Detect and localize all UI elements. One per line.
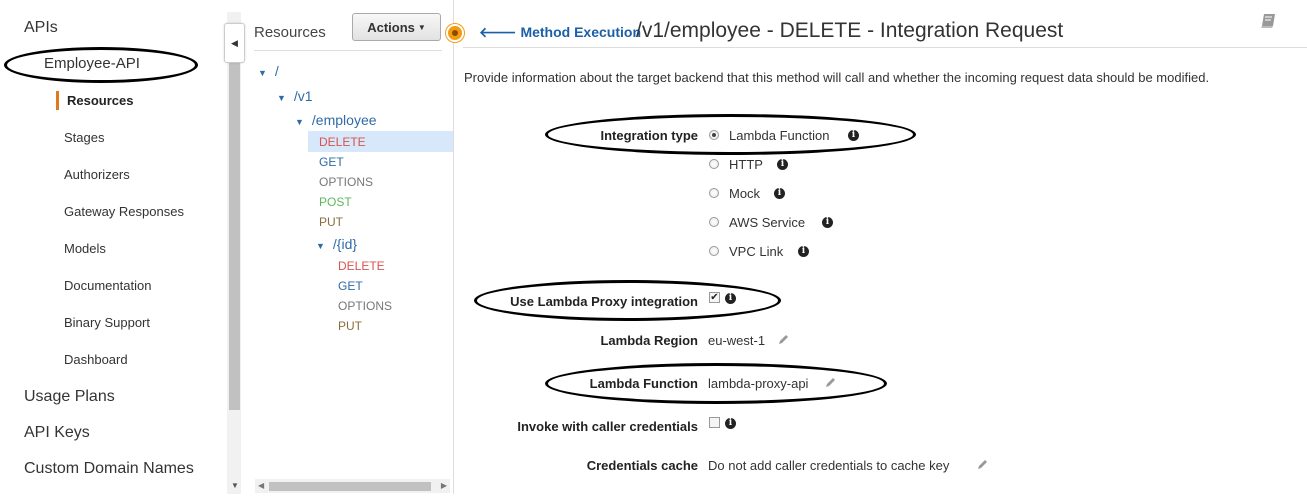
lambda-function-value: lambda-proxy-api: [708, 376, 809, 391]
method-id-delete[interactable]: DELETE: [338, 259, 385, 273]
info-icon[interactable]: i: [725, 293, 736, 304]
nav-api-keys[interactable]: API Keys: [24, 424, 90, 442]
lambda-proxy-label: Use Lambda Proxy integration: [510, 294, 698, 309]
method-employee-get[interactable]: GET: [319, 155, 344, 169]
tree-scrollbar-thumb[interactable]: [269, 482, 431, 491]
scroll-down-icon[interactable]: ▼: [231, 481, 239, 490]
nav-item-stages[interactable]: Stages: [64, 130, 104, 145]
back-link-label: Method Execution: [520, 24, 641, 40]
tree-node-id[interactable]: ▼ /{id}: [316, 236, 357, 252]
method-id-options[interactable]: OPTIONS: [338, 299, 392, 313]
panel-resize-handle-icon[interactable]: [446, 24, 464, 42]
divider: [463, 47, 1307, 48]
method-employee-put[interactable]: PUT: [319, 215, 343, 229]
radio-vpc-link[interactable]: [709, 246, 719, 256]
tree-node-employee[interactable]: ▼ /employee: [295, 112, 377, 128]
radio-mock[interactable]: [709, 188, 719, 198]
radio-aws-service[interactable]: [709, 217, 719, 227]
lambda-region-value: eu-west-1: [708, 333, 766, 348]
tree-node-label: /{id}: [332, 236, 358, 252]
nav-item-authorizers[interactable]: Authorizers: [64, 167, 130, 182]
tree-node-label: /: [274, 63, 279, 79]
caret-down-icon: ▼: [417, 22, 426, 32]
lambda-region-label: Lambda Region: [600, 333, 698, 348]
info-icon[interactable]: i: [848, 130, 859, 141]
info-icon[interactable]: i: [822, 217, 833, 228]
nav-api-name[interactable]: Employee-API: [44, 55, 140, 72]
radio-lambda-function[interactable]: [709, 130, 719, 140]
info-icon[interactable]: i: [777, 159, 788, 170]
nav-item-documentation[interactable]: Documentation: [64, 278, 151, 293]
method-employee-post[interactable]: POST: [319, 195, 352, 209]
expand-triangle-icon: ▼: [316, 241, 325, 251]
method-id-get[interactable]: GET: [338, 279, 363, 293]
expand-triangle-icon: ▼: [295, 117, 304, 127]
tree-node-label: /v1: [293, 88, 313, 104]
pencil-icon[interactable]: [824, 377, 836, 389]
nav-apis-link[interactable]: APIs: [24, 19, 58, 37]
invoke-credentials-label: Invoke with caller credentials: [517, 419, 698, 434]
nav-item-resources[interactable]: Resources: [56, 91, 133, 110]
option-aws-service-label[interactable]: AWS Service: [729, 215, 805, 230]
method-execution-back-link[interactable]: 🡐 Method Execution: [479, 24, 641, 41]
tree-node-root[interactable]: ▼ /: [258, 63, 279, 79]
tree-node-label: /employee: [311, 112, 377, 128]
scroll-left-icon[interactable]: ◀: [258, 481, 264, 490]
page-title: /v1/employee - DELETE - Integration Requ…: [636, 19, 1064, 42]
divider: [254, 50, 442, 51]
method-id-put[interactable]: PUT: [338, 319, 362, 333]
info-icon[interactable]: i: [725, 418, 736, 429]
pencil-icon[interactable]: [976, 459, 988, 471]
option-mock-label[interactable]: Mock: [729, 186, 760, 201]
tree-node-v1[interactable]: ▼ /v1: [277, 88, 313, 104]
info-icon[interactable]: i: [798, 246, 809, 257]
tree-horizontal-scrollbar[interactable]: ◀ ▶: [255, 479, 450, 493]
page-description: Provide information about the target bac…: [464, 70, 1210, 85]
lambda-proxy-checkbox[interactable]: ✔: [709, 292, 720, 303]
actions-label: Actions: [367, 19, 415, 35]
nav-scrollbar-thumb[interactable]: [229, 62, 240, 410]
invoke-credentials-checkbox[interactable]: [709, 417, 720, 428]
nav-item-gateway-responses[interactable]: Gateway Responses: [64, 204, 184, 219]
resources-title: Resources: [254, 24, 326, 41]
integration-type-label: Integration type: [600, 128, 698, 143]
arrow-left-icon: 🡐: [479, 24, 517, 40]
info-icon[interactable]: i: [774, 188, 785, 199]
nav-usage-plans[interactable]: Usage Plans: [24, 388, 115, 406]
scroll-right-icon[interactable]: ▶: [441, 481, 447, 490]
actions-button[interactable]: Actions ▼: [352, 13, 441, 41]
chevron-left-icon: ◀: [231, 37, 238, 48]
expand-triangle-icon: ▼: [277, 93, 286, 103]
collapse-nav-button[interactable]: ◀: [224, 23, 245, 63]
radio-http[interactable]: [709, 159, 719, 169]
option-http-label[interactable]: HTTP: [729, 157, 763, 172]
nav-item-dashboard[interactable]: Dashboard: [64, 352, 128, 367]
method-employee-delete[interactable]: DELETE: [319, 135, 366, 149]
credentials-cache-label: Credentials cache: [586, 458, 698, 473]
option-vpc-link-label[interactable]: VPC Link: [729, 244, 783, 259]
nav-custom-domain-names[interactable]: Custom Domain Names: [24, 460, 194, 478]
nav-item-models[interactable]: Models: [64, 241, 106, 256]
lambda-function-label: Lambda Function: [589, 376, 698, 391]
nav-scrollbar[interactable]: ▼: [227, 12, 241, 494]
book-icon[interactable]: [1260, 12, 1278, 30]
method-employee-options[interactable]: OPTIONS: [319, 175, 373, 189]
left-navigation: APIs Employee-API Resources Stages Autho…: [0, 0, 227, 494]
credentials-cache-value: Do not add caller credentials to cache k…: [708, 458, 950, 473]
option-lambda-function-label[interactable]: Lambda Function: [729, 128, 829, 143]
nav-item-binary-support[interactable]: Binary Support: [64, 315, 150, 330]
expand-triangle-icon: ▼: [258, 68, 267, 78]
pencil-icon[interactable]: [777, 334, 789, 346]
